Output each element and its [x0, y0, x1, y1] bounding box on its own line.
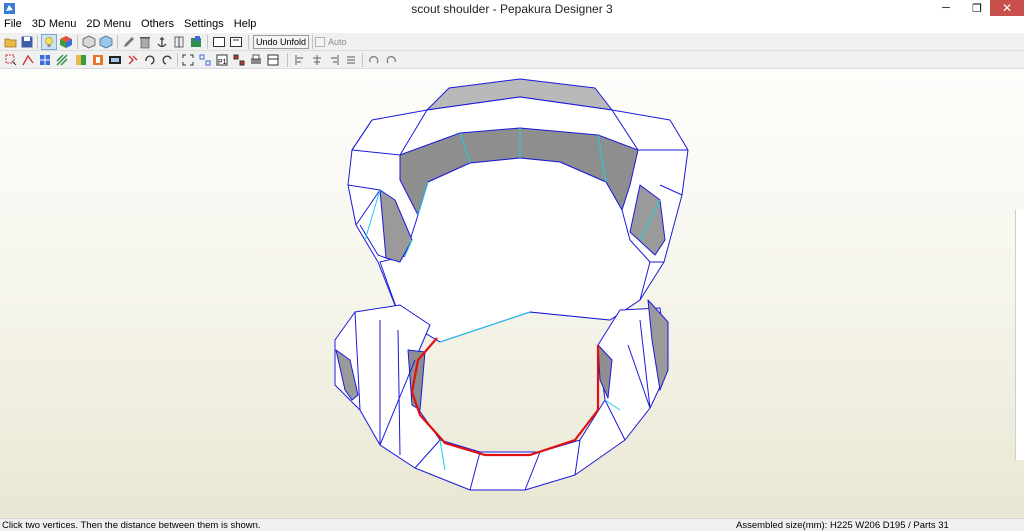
menu-settings[interactable]: Settings: [184, 17, 224, 32]
main-toolbar: Undo Unfold Auto: [0, 33, 1024, 51]
menu-3d[interactable]: 3D Menu: [32, 17, 77, 32]
menu-file[interactable]: File: [4, 17, 22, 32]
align-left-icon[interactable]: [293, 53, 307, 67]
rotate-left-icon[interactable]: [367, 53, 381, 67]
toolbar-separator: [177, 53, 178, 67]
toolbar-separator: [207, 35, 208, 49]
edge-icon[interactable]: [172, 35, 186, 49]
auto-checkbox[interactable]: [315, 37, 325, 47]
menu-2d[interactable]: 2D Menu: [86, 17, 131, 32]
print-icon[interactable]: [249, 53, 263, 67]
trash-icon[interactable]: [138, 35, 152, 49]
edge-color-icon[interactable]: [91, 53, 105, 67]
status-hint: Click two vertices. Then the distance be…: [2, 520, 261, 531]
undo-unfold-button[interactable]: Undo Unfold: [253, 35, 309, 49]
anchor-icon[interactable]: [155, 35, 169, 49]
link-icon[interactable]: [126, 53, 140, 67]
toolbar-separator: [37, 35, 38, 49]
status-bar: Click two vertices. Then the distance be…: [0, 518, 1024, 531]
menu-help[interactable]: Help: [234, 17, 257, 32]
move-icon[interactable]: [160, 53, 174, 67]
toolbar-separator: [248, 35, 249, 49]
wireframe-box-icon[interactable]: [82, 35, 96, 49]
toolbar-separator: [117, 35, 118, 49]
overlap-icon[interactable]: [232, 53, 246, 67]
auto-checkbox-group[interactable]: Auto: [315, 36, 347, 48]
close-button[interactable]: ✕: [990, 0, 1024, 16]
single-view-icon[interactable]: [212, 35, 226, 49]
save-icon[interactable]: [20, 35, 34, 49]
menu-bar: File 3D Menu 2D Menu Others Settings Hel…: [0, 17, 1024, 32]
face-color-icon[interactable]: [74, 53, 88, 67]
flag-icon[interactable]: [189, 35, 203, 49]
stripe-icon[interactable]: [55, 53, 69, 67]
textured-box-icon[interactable]: [99, 35, 113, 49]
dual-view-icon[interactable]: [229, 35, 243, 49]
zoom-icon[interactable]: [108, 53, 122, 67]
align-justify-icon[interactable]: [344, 53, 358, 67]
auto-label: Auto: [328, 37, 347, 47]
open-icon[interactable]: [4, 35, 18, 49]
status-assembled-size: Assembled size(mm): H225 W206 D195 / Par…: [736, 520, 949, 531]
join-icon[interactable]: [21, 53, 35, 67]
layout-icon[interactable]: [266, 53, 280, 67]
menu-others[interactable]: Others: [141, 17, 174, 32]
title-bar: scout shoulder - Pepakura Designer 3 ─ ❐…: [0, 0, 1024, 17]
toolbar-separator: [287, 53, 288, 67]
align-right-icon[interactable]: [327, 53, 341, 67]
minimize-button[interactable]: ─: [931, 0, 961, 16]
edit-toolbar: P1: [0, 51, 1024, 69]
3d-viewport[interactable]: [0, 70, 1024, 518]
toolbar-separator: [312, 35, 313, 49]
svg-text:P1: P1: [218, 59, 227, 66]
light-bulb-icon[interactable]: [41, 34, 57, 50]
maximize-button[interactable]: ❐: [962, 0, 992, 16]
toolbar-separator: [77, 35, 78, 49]
select-frame-icon[interactable]: [181, 53, 195, 67]
numbers-icon[interactable]: [198, 53, 212, 67]
shoulder-model[interactable]: [0, 70, 1024, 518]
rotate-right-icon[interactable]: [384, 53, 398, 67]
pencil-icon[interactable]: [122, 35, 136, 49]
color-cube-icon[interactable]: [59, 35, 73, 49]
toolbar-separator: [362, 53, 363, 67]
rotate-icon[interactable]: [143, 53, 157, 67]
select-icon[interactable]: [4, 53, 18, 67]
align-center-icon[interactable]: [310, 53, 324, 67]
window-title: scout shoulder - Pepakura Designer 3: [411, 2, 613, 16]
page-icon[interactable]: P1: [215, 53, 229, 67]
side-ruler: [1015, 210, 1024, 460]
grid-icon[interactable]: [38, 53, 52, 67]
